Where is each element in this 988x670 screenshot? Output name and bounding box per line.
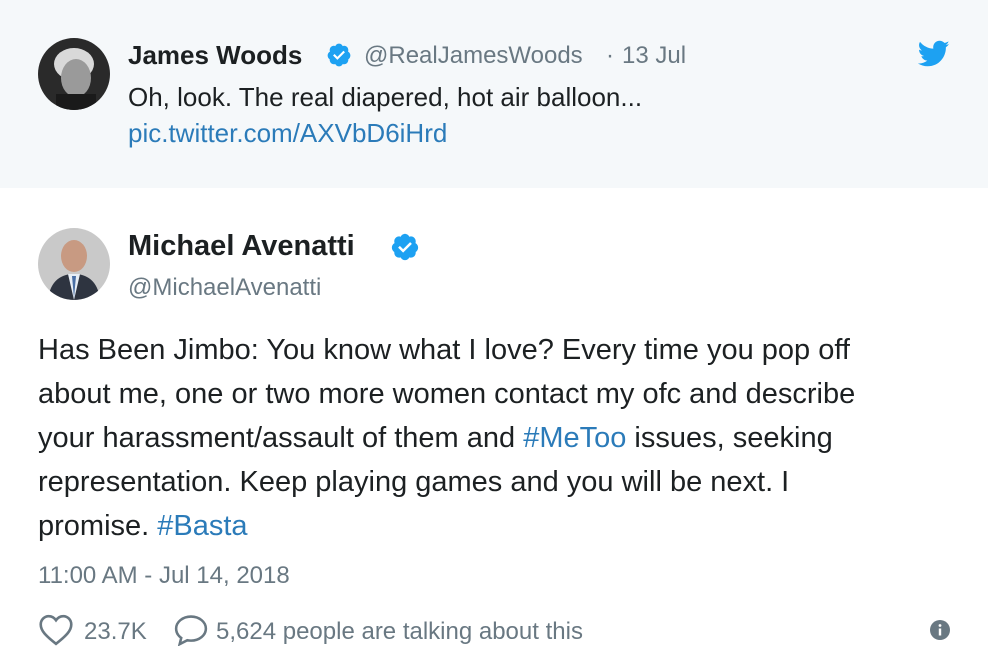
quoted-date[interactable]: 13 Jul xyxy=(622,42,686,70)
twitter-bird-icon[interactable] xyxy=(917,40,950,73)
verified-badge-icon xyxy=(326,42,352,73)
quoted-pic-link[interactable]: pic.twitter.com/AXVbD6iHrd xyxy=(128,118,447,149)
tweet-author-name[interactable]: Michael Avenatti xyxy=(128,230,355,263)
like-count: 23.7K xyxy=(84,618,147,645)
hashtag-metoo-link[interactable]: #MeToo xyxy=(523,422,626,454)
tweet-text-segment: promise. xyxy=(38,510,158,542)
james-woods-avatar[interactable] xyxy=(38,38,110,110)
tweet-timestamp[interactable]: 11:00 AM - Jul 14, 2018 xyxy=(38,562,290,590)
michael-avenatti-avatar[interactable] xyxy=(38,228,110,300)
tweet-text-segment: your harassment/assault of them and xyxy=(38,422,524,454)
tweet-text-line: representation. Keep playing games and y… xyxy=(38,466,790,498)
talking-about-text: 5,624 people are talking about this xyxy=(216,618,583,645)
speech-bubble-icon xyxy=(174,614,208,651)
tweet-handle[interactable]: @MichaelAvenatti xyxy=(128,274,321,302)
tweet-text-line: Has Been Jimbo: You know what I love? Ev… xyxy=(38,334,850,366)
tweet-text-line: about me, one or two more women contact … xyxy=(38,378,856,410)
main-tweet: Michael Avenatti @MichaelAvenatti Has Be… xyxy=(0,188,988,670)
heart-icon xyxy=(38,614,74,651)
tweet-text-line: your harassment/assault of them and #MeT… xyxy=(38,422,833,455)
tweet-text-segment: issues, seeking xyxy=(626,422,833,454)
quoted-author-name[interactable]: James Woods xyxy=(128,40,302,71)
tweet-text-line: promise. #Basta xyxy=(38,510,248,543)
info-icon[interactable] xyxy=(930,620,950,645)
quoted-tweet[interactable]: James Woods @RealJamesWoods · 13 Jul Oh,… xyxy=(0,0,988,188)
hashtag-basta-link[interactable]: #Basta xyxy=(157,510,247,542)
verified-badge-icon xyxy=(390,232,420,267)
quoted-separator: · xyxy=(606,42,614,69)
quoted-handle[interactable]: @RealJamesWoods xyxy=(364,42,583,70)
quoted-text: Oh, look. The real diapered, hot air bal… xyxy=(128,82,643,112)
